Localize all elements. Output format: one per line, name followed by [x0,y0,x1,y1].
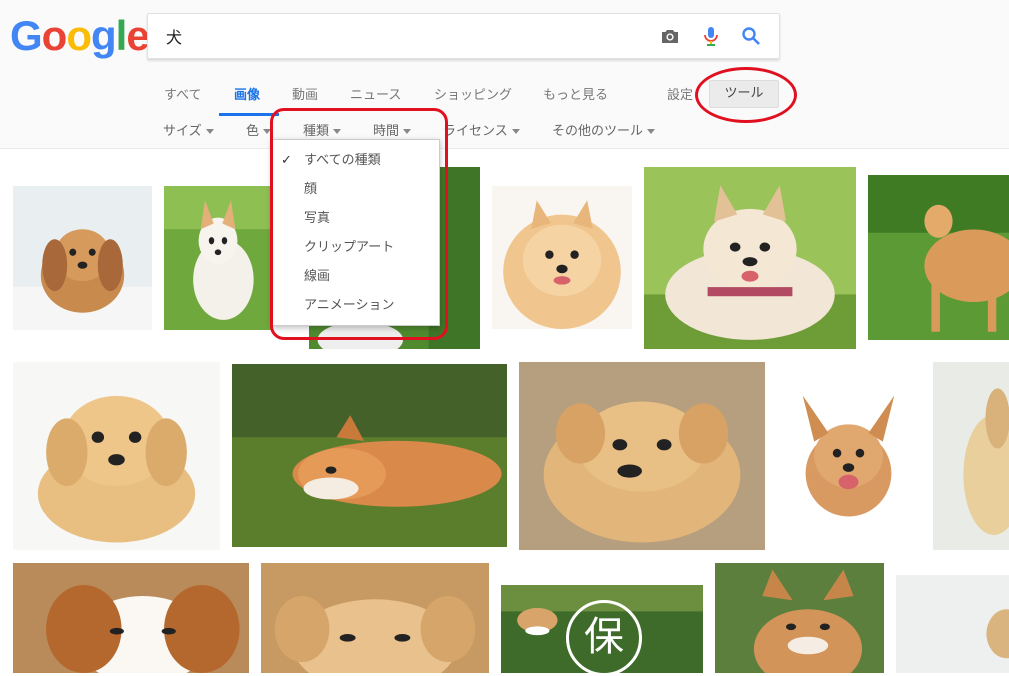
filter-license[interactable]: ライセンス [443,120,520,139]
dog-photo [868,175,1009,340]
microphone-icon[interactable] [699,24,723,48]
dog-photo [715,563,884,673]
image-result-thumbnail[interactable] [13,186,152,330]
google-logo[interactable]: Google [10,12,150,60]
tab-videos[interactable]: 動画 [292,84,318,103]
dog-photo [933,362,1009,550]
image-result-thumbnail[interactable] [13,362,220,550]
menu-item-photo[interactable]: 写真 [273,206,439,232]
tab-more[interactable]: もっと見る [543,84,608,103]
menu-item-all-types[interactable]: ✓ すべての種類 [273,148,439,174]
settings-link[interactable]: 設定 [667,84,693,103]
menu-item-label: クリップアート [304,240,395,255]
dog-photo [164,186,272,330]
menu-item-label: すべての種類 [304,153,381,168]
filter-label: 時間 [373,124,400,139]
active-tab-indicator [219,113,279,116]
tab-images[interactable]: 画像 [234,84,260,103]
logo-letter: G [10,12,43,59]
menu-item-face[interactable]: 顔 [273,177,439,203]
dropdown-arrow-icon [205,129,214,134]
menu-item-line-drawing[interactable]: 線画 [273,264,439,290]
image-result-thumbnail[interactable] [164,186,272,330]
dropdown-arrow-icon [263,129,272,134]
tools-button[interactable]: ツール [709,80,779,108]
type-filter-menu: ✓ すべての種類 顔 写真 クリップアート 線画 アニメーション [272,139,440,326]
filter-time[interactable]: 時間 [373,120,412,139]
dog-photo [644,167,856,349]
image-result-thumbnail[interactable] [232,364,507,547]
logo-letter: o [66,12,92,59]
dropdown-arrow-icon [333,129,342,134]
dog-photo [519,362,765,550]
filter-label: サイズ [163,124,202,139]
dog-photo [13,362,220,550]
logo-letter: o [41,12,68,59]
search-input[interactable] [164,24,648,48]
dropdown-arrow-icon [647,129,656,134]
image-result-thumbnail[interactable] [492,186,632,329]
tab-news[interactable]: ニュース [350,84,401,103]
filter-label: ライセンス [443,124,508,139]
search-tabs: すべて 画像 動画 ニュース ショッピング もっと見る 設定 [0,80,1009,116]
tab-all[interactable]: すべて [164,84,202,103]
filter-label: 色 [246,124,260,139]
dog-photo [13,563,249,673]
filter-label: その他のツール [552,124,644,139]
dropdown-arrow-icon [511,129,520,134]
thumbnail-badge: 保 [566,600,642,676]
menu-item-clip-art[interactable]: クリップアート [273,235,439,261]
dog-photo [232,364,507,547]
image-result-thumbnail[interactable] [896,575,1009,673]
checkmark-icon: ✓ [281,153,292,168]
image-result-thumbnail[interactable] [261,563,489,673]
image-result-thumbnail[interactable] [868,175,1009,340]
dog-photo [777,384,920,528]
image-result-thumbnail[interactable] [13,563,249,673]
filter-size[interactable]: サイズ [163,120,214,139]
menu-item-label: 顔 [304,182,318,197]
search-icon[interactable] [739,24,763,48]
dropdown-arrow-icon [403,129,412,134]
image-result-thumbnail[interactable] [519,362,765,550]
search-box [147,13,780,59]
menu-item-label: アニメーション [304,298,395,313]
dog-photo [492,186,632,329]
menu-item-animation[interactable]: アニメーション [273,293,439,319]
image-result-thumbnail[interactable] [715,563,884,673]
logo-letter: g [90,12,117,59]
filter-more-tools[interactable]: その他のツール [552,120,656,139]
tab-shopping[interactable]: ショッピング [434,84,512,103]
menu-item-label: 写真 [304,211,331,226]
dog-photo [896,575,1009,673]
logo-letter: e [126,12,149,59]
camera-icon[interactable] [658,24,682,48]
dog-photo [13,186,152,330]
dog-photo [261,563,489,673]
image-result-thumbnail[interactable] [933,362,1009,550]
logo-letter: l [115,12,128,59]
filter-color[interactable]: 色 [246,120,272,139]
filter-type[interactable]: 種類 [303,120,342,139]
image-result-thumbnail[interactable] [644,167,856,349]
image-result-thumbnail[interactable] [777,384,920,528]
menu-item-label: 線画 [304,269,331,284]
filter-label: 種類 [303,124,330,139]
